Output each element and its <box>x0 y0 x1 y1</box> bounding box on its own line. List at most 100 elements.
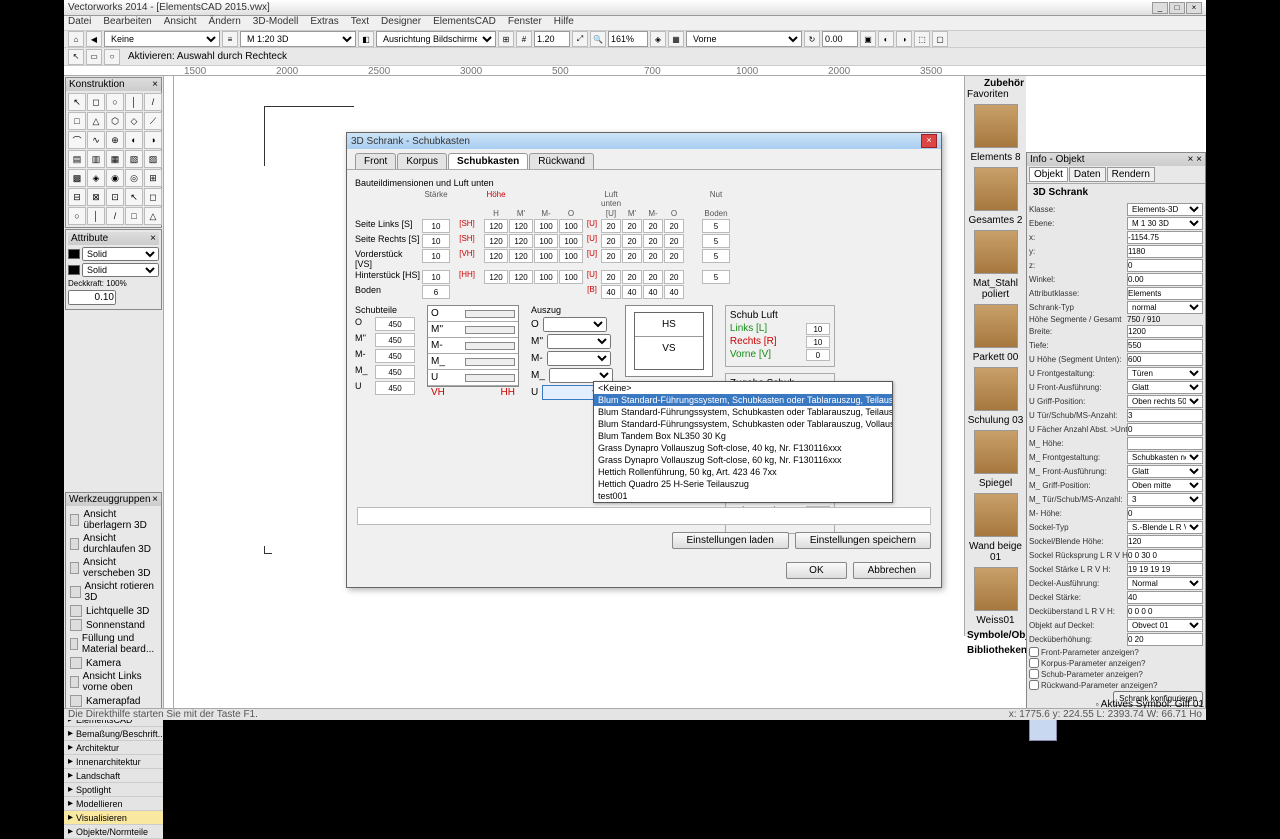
dialog-tab[interactable]: Rückwand <box>529 153 594 169</box>
menu-ansicht[interactable]: Ansicht <box>164 16 197 30</box>
menu-bearbeiten[interactable]: Bearbeiten <box>103 16 151 30</box>
info-close-icon[interactable]: × × <box>1188 154 1202 165</box>
info-tab[interactable]: Rendern <box>1107 167 1155 182</box>
rotate-icon[interactable]: ↻ <box>804 31 820 47</box>
snap-icon[interactable]: ⊞ <box>498 31 514 47</box>
dist-input[interactable] <box>534 31 570 47</box>
dropdown-item[interactable]: Blum Standard-Führungssystem, Schubkaste… <box>594 406 892 418</box>
view-tool[interactable]: Ansicht Links vorne oben <box>68 670 159 694</box>
menu-extras[interactable]: Extras <box>310 16 338 30</box>
tool-29[interactable]: ◻ <box>144 188 162 206</box>
category-tab[interactable]: ▸Spotlight <box>64 783 163 797</box>
select-rect-icon[interactable]: ▭ <box>86 49 102 65</box>
view-tool[interactable]: Füllung und Material beard... <box>68 632 159 656</box>
material-thumb[interactable]: Mat_Stahl poliert <box>967 230 1024 300</box>
tool-4[interactable]: / <box>144 93 162 111</box>
category-tab[interactable]: ▸Innenarchitektur <box>64 755 163 769</box>
opt3-icon[interactable]: ⬚ <box>914 31 930 47</box>
werkz-close-icon[interactable]: × <box>152 494 158 505</box>
fill-swatch[interactable] <box>68 249 80 259</box>
ifc-row[interactable]: IFC... Name: 826 <box>1029 717 1203 741</box>
close-button[interactable]: × <box>1186 2 1202 14</box>
view-tool[interactable]: Lichtquelle 3D <box>68 604 159 618</box>
tool-34[interactable]: △ <box>144 207 162 225</box>
dropdown-item[interactable]: test001 <box>594 490 892 502</box>
dropdown-item[interactable]: Blum Standard-Führungssystem, Schubkaste… <box>594 418 892 430</box>
view-tool[interactable]: Ansicht verscheben 3D <box>68 556 159 580</box>
pen-swatch[interactable] <box>68 265 80 275</box>
menu-3d-modell[interactable]: 3D-Modell <box>253 16 299 30</box>
align-select[interactable]: Ausrichtung Bildschirmebene <box>376 31 496 47</box>
nav-back-icon[interactable]: ◀ <box>86 31 102 47</box>
category-tab[interactable]: ▸Visualisieren <box>64 811 163 825</box>
tool-31[interactable]: │ <box>87 207 105 225</box>
zoom-fit-icon[interactable]: ⤢ <box>572 31 588 47</box>
dropdown-item[interactable]: <Keine> <box>594 382 892 394</box>
tool-11[interactable]: ∿ <box>87 131 105 149</box>
dialog-tab[interactable]: Front <box>355 153 396 169</box>
tool-26[interactable]: ⊠ <box>87 188 105 206</box>
menu-ändern[interactable]: Ändern <box>209 16 241 30</box>
menu-datei[interactable]: Datei <box>68 16 91 30</box>
zoom-input[interactable] <box>608 31 648 47</box>
tool-10[interactable]: ⌒ <box>68 131 86 149</box>
dropdown-item[interactable]: Blum Tandem Box NL350 30 Kg <box>594 430 892 442</box>
line-width-input[interactable] <box>68 290 116 305</box>
tool-12[interactable]: ⊕ <box>106 131 124 149</box>
dialog-tab[interactable]: Korpus <box>397 153 447 169</box>
material-thumb[interactable]: Parkett 00 <box>967 304 1024 363</box>
tool-6[interactable]: △ <box>87 112 105 130</box>
material-thumb[interactable]: Wand beige 01 <box>967 493 1024 563</box>
category-tab[interactable]: ▸Architektur <box>64 741 163 755</box>
tool-18[interactable]: ▧ <box>125 150 143 168</box>
dialog-close-button[interactable]: × <box>921 134 937 148</box>
view-tool[interactable]: Ansicht durchlaufen 3D <box>68 532 159 556</box>
tool-20[interactable]: ▩ <box>68 169 86 187</box>
tool-5[interactable]: □ <box>68 112 86 130</box>
tool-27[interactable]: ⊡ <box>106 188 124 206</box>
menu-hilfe[interactable]: Hilfe <box>554 16 574 30</box>
view-select[interactable]: Vorne <box>686 31 802 47</box>
menu-elementscad[interactable]: ElementsCAD <box>433 16 496 30</box>
tool-33[interactable]: □ <box>125 207 143 225</box>
view-tool[interactable]: Kamerapfad <box>68 694 159 708</box>
tool-8[interactable]: ◇ <box>125 112 143 130</box>
tool-19[interactable]: ▨ <box>144 150 162 168</box>
tool-21[interactable]: ◈ <box>87 169 105 187</box>
dropdown-item[interactable]: Grass Dynapro Vollauszug Soft-close, 40 … <box>594 442 892 454</box>
fill-select[interactable]: Solid <box>82 247 159 261</box>
grid-icon[interactable]: # <box>516 31 532 47</box>
menu-text[interactable]: Text <box>351 16 369 30</box>
category-tab[interactable]: ▸Bemaßung/Beschrift... <box>64 727 163 741</box>
auszug-select[interactable] <box>547 334 611 349</box>
material-thumb[interactable]: Gesamtes 2 <box>967 167 1024 226</box>
material-thumb[interactable]: Elements 8 <box>967 104 1024 163</box>
view-tool[interactable]: Ansicht überlagern 3D <box>68 508 159 532</box>
opt2-icon[interactable]: ◑ <box>896 31 912 47</box>
pen-select[interactable]: Solid <box>82 263 159 277</box>
material-thumb[interactable]: Spiegel <box>967 430 1024 489</box>
auszug-select[interactable] <box>543 317 607 332</box>
tool-32[interactable]: / <box>106 207 124 225</box>
tool-2[interactable]: ○ <box>106 93 124 111</box>
layers-icon[interactable]: ≡ <box>222 31 238 47</box>
info-tab[interactable]: Objekt <box>1029 167 1068 182</box>
category-tab[interactable]: ▸Modellieren <box>64 797 163 811</box>
tool-23[interactable]: ◎ <box>125 169 143 187</box>
material-thumb[interactable]: Weiss01 <box>967 567 1024 626</box>
tool-0[interactable]: ↖ <box>68 93 86 111</box>
opt1-icon[interactable]: ◐ <box>878 31 894 47</box>
tool-1[interactable]: ◻ <box>87 93 105 111</box>
rot-input[interactable] <box>822 31 858 47</box>
info-tab[interactable]: Daten <box>1069 167 1106 182</box>
tool-22[interactable]: ◉ <box>106 169 124 187</box>
tool-3[interactable]: │ <box>125 93 143 111</box>
view-tool[interactable]: Sonnenstand <box>68 618 159 632</box>
tool-17[interactable]: ▦ <box>106 150 124 168</box>
tool-9[interactable]: ⟋ <box>144 112 162 130</box>
select-lasso-icon[interactable]: ○ <box>104 49 120 65</box>
tool-28[interactable]: ↖ <box>125 188 143 206</box>
dialog-tab[interactable]: Schubkasten <box>448 153 528 169</box>
attr-close-icon[interactable]: × <box>150 233 156 244</box>
tool-24[interactable]: ⊞ <box>144 169 162 187</box>
